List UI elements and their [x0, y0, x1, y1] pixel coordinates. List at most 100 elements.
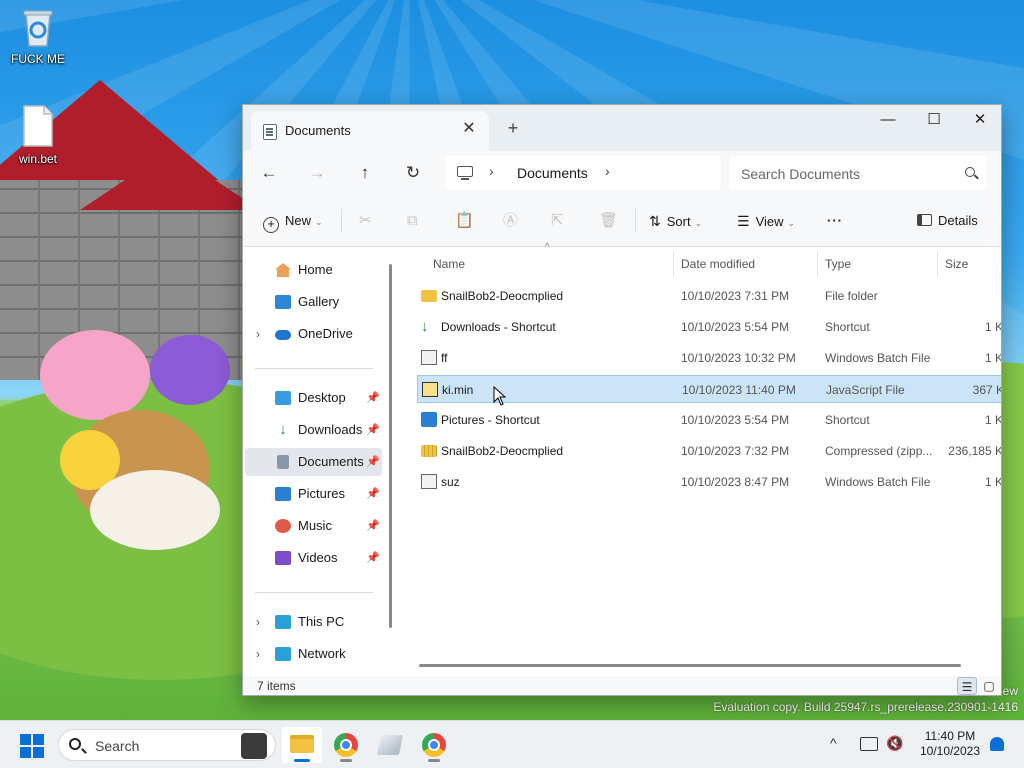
volume-muted-icon[interactable]: 🔇 — [886, 735, 903, 752]
clock-time: 11:40 PM — [924, 729, 976, 743]
sidebar-item-documents[interactable]: Documents 📌 — [245, 448, 382, 476]
delete-button[interactable]: 🗑 — [599, 209, 618, 233]
column-header-date[interactable]: Date modified — [681, 252, 755, 276]
show-hidden-icons-button[interactable]: ^ — [830, 735, 837, 751]
paint-3d-icon — [376, 735, 404, 755]
column-header-size[interactable]: Size — [945, 252, 968, 276]
sidebar-item-music[interactable]: Music 📌 — [245, 512, 382, 540]
music-icon — [275, 519, 291, 533]
network-icon[interactable] — [860, 737, 878, 751]
tiles-view-button[interactable]: ▢ — [979, 677, 999, 695]
file-row[interactable]: ff 10/10/2023 10:32 PM Windows Batch Fil… — [417, 344, 1001, 372]
file-type: Shortcut — [825, 320, 870, 334]
sidebar-item-onedrive[interactable]: › OneDrive — [245, 320, 382, 348]
taskbar-chrome[interactable] — [326, 727, 366, 763]
file-type: Shortcut — [825, 413, 870, 427]
status-bar: 7 items ☰ ▢ — [243, 676, 1001, 695]
rename-button[interactable]: Ⓐ — [503, 209, 518, 233]
desktop-icon-win-bet[interactable]: win.bet — [0, 104, 76, 166]
column-divider[interactable] — [673, 252, 674, 276]
file-row[interactable]: SnailBob2-Deocmplied 10/10/2023 7:31 PM … — [417, 282, 1001, 310]
forward-button[interactable]: → — [301, 159, 333, 187]
tab-documents[interactable]: Documents ✕ — [251, 111, 489, 151]
refresh-button[interactable]: ↻ — [397, 159, 429, 187]
divider — [635, 209, 636, 233]
view-button[interactable]: ☰ View ⌄ — [737, 209, 795, 233]
breadcrumb-chevron[interactable]: › — [489, 163, 494, 179]
file-size: 1 K — [984, 475, 1002, 489]
column-header-type[interactable]: Type — [825, 252, 851, 276]
new-button[interactable]: + New ⌄ — [263, 209, 323, 233]
taskbar-paint-3d[interactable] — [370, 727, 410, 763]
sidebar-item-desktop[interactable]: Desktop 📌 — [245, 384, 382, 412]
share-button[interactable]: ⇱ — [551, 209, 564, 233]
sidebar-item-home[interactable]: Home — [245, 256, 382, 284]
search-highlight-image — [241, 733, 267, 759]
sidebar-item-label: Gallery — [298, 294, 340, 309]
system-clock[interactable]: 11:40 PM 10/10/2023 — [912, 729, 988, 759]
download-icon: ↓ — [279, 421, 287, 438]
sidebar-item-pictures[interactable]: Pictures 📌 — [245, 480, 382, 508]
sidebar-item-this-pc[interactable]: › This PC — [245, 608, 382, 636]
tab-close-button[interactable]: ✕ — [459, 119, 479, 139]
search-box[interactable]: Search Documents — [729, 156, 987, 190]
expand-chevron-icon[interactable]: › — [256, 320, 260, 348]
details-label: Details — [938, 213, 978, 228]
breadcrumb-documents[interactable]: Documents — [517, 165, 588, 181]
sidebar-item-gallery[interactable]: Gallery — [245, 288, 382, 316]
file-row[interactable]: Pictures - Shortcut 10/10/2023 5:54 PM S… — [417, 406, 1002, 434]
new-tab-button[interactable]: + — [501, 117, 525, 141]
file-row[interactable]: suz 10/10/2023 8:47 PM Windows Batch Fil… — [417, 468, 1002, 496]
pin-icon: 📌 — [366, 456, 380, 468]
file-type: Windows Batch File — [825, 351, 931, 365]
tab-title: Documents — [285, 123, 351, 138]
desktop-icon-recycle-bin[interactable]: FUCK ME — [0, 8, 76, 66]
folder-icon — [290, 735, 314, 753]
sidebar-item-label: Videos — [298, 550, 338, 565]
sidebar-scrollbar[interactable] — [389, 264, 392, 628]
details-button[interactable]: Details — [917, 209, 978, 233]
breadcrumb-chevron[interactable]: › — [605, 163, 610, 179]
file-size: 1 K — [984, 413, 1002, 427]
documents-icon — [277, 455, 289, 469]
expand-chevron-icon[interactable]: › — [256, 608, 260, 636]
batch-file-icon — [421, 350, 437, 365]
column-divider[interactable] — [817, 252, 818, 276]
sidebar-item-network[interactable]: › Network — [245, 640, 382, 668]
paste-button[interactable]: 📋 — [455, 209, 474, 233]
address-bar[interactable]: › Documents › — [445, 156, 721, 190]
copy-button[interactable]: ⧉ — [407, 209, 418, 233]
cut-button[interactable]: ✂ — [359, 209, 372, 233]
taskbar-chrome[interactable] — [414, 727, 454, 763]
taskbar-file-explorer[interactable] — [282, 727, 322, 763]
up-button[interactable]: ↑ — [349, 159, 381, 187]
file-size: 236,185 K — [948, 444, 1002, 458]
column-header-name[interactable]: Name — [433, 252, 465, 276]
column-divider[interactable] — [937, 252, 938, 276]
horizontal-scrollbar[interactable] — [419, 664, 961, 667]
file-row[interactable]: ↓ Downloads - Shortcut 10/10/2023 5:54 P… — [417, 313, 1001, 341]
close-window-button[interactable]: ✕ — [957, 105, 1001, 135]
taskbar-search[interactable]: Search — [58, 729, 276, 761]
file-date: 10/10/2023 10:32 PM — [681, 351, 796, 365]
back-button[interactable]: ← — [253, 159, 285, 187]
pin-icon: 📌 — [366, 392, 380, 404]
file-list: ^ Name Date modified Type Size SnailBob2… — [399, 242, 1002, 676]
maximize-button[interactable]: ☐ — [911, 105, 957, 135]
mouse-cursor-icon — [493, 386, 507, 406]
expand-chevron-icon[interactable]: › — [256, 640, 260, 668]
file-row[interactable]: SnailBob2-Deocmplied 10/10/2023 7:32 PM … — [417, 437, 1002, 465]
this-pc-icon — [275, 615, 291, 629]
start-button[interactable] — [20, 734, 44, 758]
sidebar-item-downloads[interactable]: ↓ Downloads 📌 — [245, 416, 382, 444]
minimize-button[interactable]: — — [865, 105, 911, 135]
sort-button[interactable]: ⇅ Sort ⌄ — [649, 209, 702, 233]
see-more-button[interactable]: ··· — [827, 209, 843, 233]
search-icon — [69, 738, 81, 750]
notification-bell-icon[interactable] — [990, 737, 1004, 751]
sidebar-item-videos[interactable]: Videos 📌 — [245, 544, 382, 572]
wallpaper-creature — [150, 335, 230, 405]
file-name: suz — [441, 475, 460, 489]
shortcut-icon: ↓ — [421, 318, 429, 335]
details-view-button[interactable]: ☰ — [957, 677, 977, 695]
